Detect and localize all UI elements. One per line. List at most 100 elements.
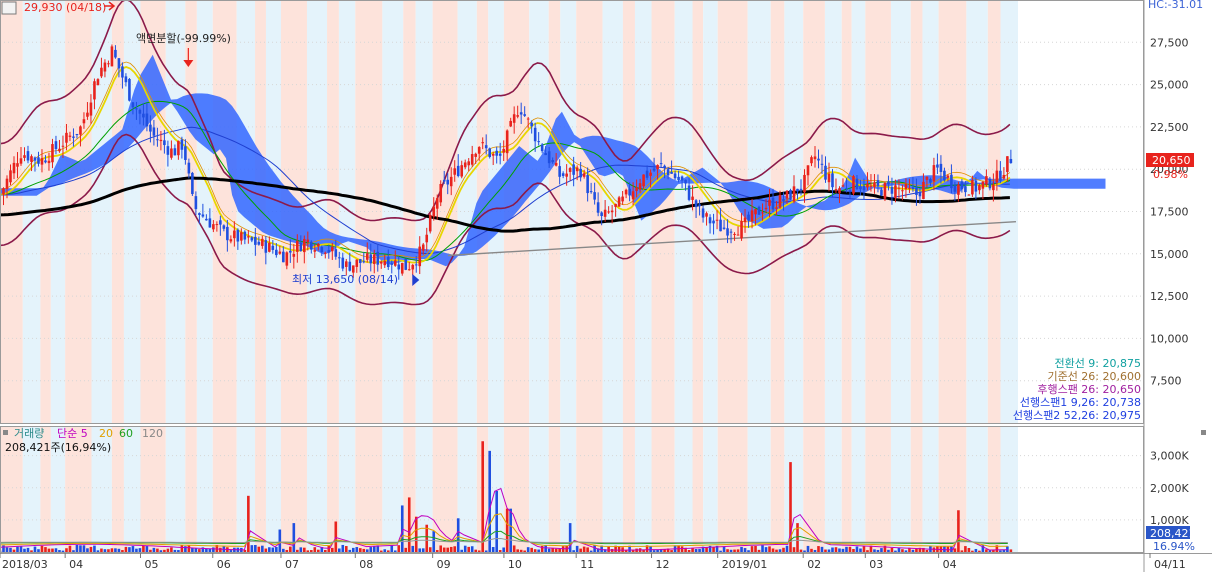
period-bands-volume: [0, 426, 1018, 552]
candle-body: [275, 249, 278, 256]
volume-bar: [254, 544, 257, 552]
candle-body: [432, 206, 436, 217]
candle-body: [142, 113, 145, 118]
x-tick-label: 04: [943, 558, 957, 571]
period-band: [890, 426, 911, 552]
volume-bar: [750, 546, 754, 552]
period-band: [770, 426, 785, 552]
volume-bar: [463, 545, 467, 552]
candle-body: [12, 162, 16, 174]
volume-bar: [778, 549, 782, 552]
candle-body: [240, 232, 243, 241]
y-tick-label: 22,500: [1150, 121, 1189, 134]
candle-body: [40, 158, 44, 165]
volume-tick-label: 3,000K: [1150, 450, 1189, 463]
volume-settings-icon[interactable]: [1201, 430, 1206, 435]
volume-bar: [985, 549, 988, 552]
candle-body: [282, 251, 285, 263]
volume-bar: [351, 547, 355, 552]
candle-body: [271, 245, 275, 250]
volume-collapse-icon[interactable]: [3, 430, 8, 435]
period-band: [165, 426, 186, 552]
period-band: [548, 0, 561, 423]
candle-body: [565, 173, 568, 177]
volume-bar: [467, 546, 471, 552]
candle-body: [768, 199, 771, 206]
volume-bar: [880, 548, 883, 552]
candle-body: [257, 241, 261, 245]
volume-bar: [775, 549, 778, 552]
volume-bar: [54, 548, 58, 552]
volume-bar: [180, 545, 184, 552]
volume-bar: [124, 546, 128, 552]
candle-body: [306, 239, 310, 243]
legend-lagging: 후행스팬 26: 20,650: [1037, 383, 1141, 396]
period-band: [910, 426, 923, 552]
volume-bar: [442, 547, 446, 552]
volume-bar: [971, 550, 974, 552]
candle-body: [610, 210, 614, 213]
candle-body: [358, 259, 362, 263]
candle-body: [894, 185, 897, 198]
candle-body: [19, 158, 23, 164]
volume-bar: [271, 547, 275, 552]
candle-body: [505, 130, 509, 154]
candle-body: [233, 230, 236, 239]
candle-body: [114, 49, 117, 58]
volume-bar: [764, 547, 768, 552]
candle-body: [820, 163, 824, 165]
candle-body: [86, 112, 89, 117]
volume-bar: [421, 548, 425, 552]
volume-bar: [404, 547, 408, 552]
candle-body: [992, 184, 995, 191]
candle-body: [530, 122, 533, 127]
volume-bar: [589, 550, 593, 552]
volume-bar: [740, 546, 743, 552]
period-band: [634, 426, 652, 552]
volume-bar: [841, 548, 845, 552]
candle-body: [981, 181, 985, 189]
volume-bar: [5, 547, 9, 552]
volume-bar: [264, 548, 268, 552]
candle-body: [754, 209, 757, 215]
volume-bar: [383, 549, 387, 552]
candle-body: [516, 115, 519, 117]
candle-body: [974, 180, 978, 192]
y-tick-label: 25,000: [1150, 79, 1189, 92]
volume-bar: [30, 550, 33, 552]
candle-body: [173, 148, 177, 156]
volume-bar: [757, 549, 761, 552]
candle-body: [365, 253, 369, 260]
period-band: [966, 426, 988, 552]
candle-body: [985, 176, 988, 185]
period-band: [212, 426, 237, 552]
volume-bar: [803, 550, 806, 552]
candle-body: [327, 250, 331, 253]
volume-bar: [114, 548, 117, 552]
volume-bar: [743, 548, 747, 552]
volume-bar: [285, 549, 289, 552]
calendar-icon[interactable]: [1, 1, 17, 15]
volume-bar: [9, 547, 12, 552]
volume-bar: [310, 550, 313, 552]
candle-body: [243, 231, 247, 240]
volume-bar: [537, 549, 540, 552]
candle-body: [30, 156, 33, 162]
candle-body: [215, 224, 219, 226]
volume-bar: [170, 547, 173, 552]
candle-body: [226, 226, 229, 241]
period-band: [692, 0, 704, 423]
period-band: [651, 426, 675, 552]
period-band: [338, 426, 356, 552]
volume-bar: [1006, 546, 1009, 552]
volume-bar: [890, 547, 894, 552]
candle-body: [792, 186, 796, 202]
volume-bar: [911, 549, 915, 552]
volume-bar: [582, 546, 586, 552]
candle-body: [666, 169, 670, 176]
candle-body: [978, 185, 981, 191]
candle-body: [128, 78, 131, 101]
volume-bar: [390, 545, 394, 552]
candle-body: [691, 196, 694, 200]
candle-body: [526, 118, 530, 120]
